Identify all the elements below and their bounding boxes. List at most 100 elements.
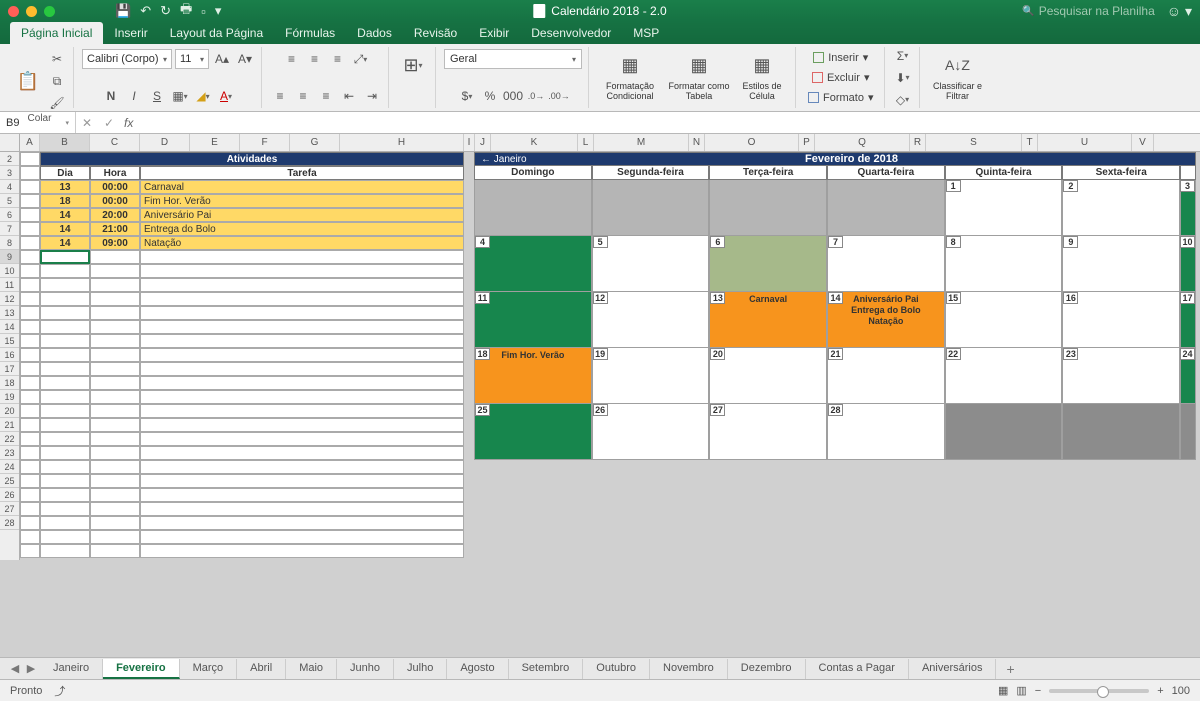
calendar-cell[interactable]: 4	[474, 236, 592, 292]
increase-font-icon[interactable]: A▴	[212, 49, 232, 69]
col-header-G[interactable]: G	[290, 134, 340, 151]
calendar-cell[interactable]: 16	[1062, 292, 1180, 348]
calendar-cell[interactable]: 15	[945, 292, 1063, 348]
name-box[interactable]: B9	[0, 112, 76, 133]
calendar-cell[interactable]: 24	[1180, 348, 1196, 404]
row-header-21[interactable]: 21	[0, 418, 19, 432]
undo-icon[interactable]: ↶	[140, 3, 151, 19]
ribbon-tab-inserir[interactable]: Inserir	[103, 22, 158, 44]
row-header-13[interactable]: 13	[0, 306, 19, 320]
ribbon-tab-página-inicial[interactable]: Página Inicial	[10, 22, 103, 44]
feedback-icon[interactable]: ☺ ▾	[1167, 3, 1192, 20]
zoom-slider[interactable]	[1049, 689, 1149, 693]
cut-icon[interactable]: ✂	[47, 49, 67, 69]
col-header-D[interactable]: D	[140, 134, 190, 151]
indent-decrease-icon[interactable]: ⇤	[339, 86, 359, 106]
calendar-cell[interactable]: 11	[474, 292, 592, 348]
font-size-select[interactable]: 11	[175, 49, 209, 69]
sheet-tab-janeiro[interactable]: Janeiro	[40, 659, 103, 679]
col-header-A[interactable]: A	[20, 134, 40, 151]
ribbon-tab-exibir[interactable]: Exibir	[468, 22, 520, 44]
col-header-F[interactable]: F	[240, 134, 290, 151]
row-header-19[interactable]: 19	[0, 390, 19, 404]
sheet-tab-julho[interactable]: Julho	[394, 659, 447, 679]
decrease-decimal-icon[interactable]: .00→	[549, 86, 569, 106]
calendar-cell[interactable]: 22	[945, 348, 1063, 404]
calendar-cell[interactable]	[1062, 404, 1180, 460]
ribbon-tab-layout-da-página[interactable]: Layout da Página	[159, 22, 274, 44]
col-header-V[interactable]: V	[1132, 134, 1154, 151]
autosum-icon[interactable]: Σ	[893, 46, 913, 66]
col-header-I[interactable]: I	[464, 134, 475, 151]
calendar-cell[interactable]: 13Carnaval	[709, 292, 827, 348]
maximize-icon[interactable]	[44, 6, 55, 17]
ribbon-tab-dados[interactable]: Dados	[346, 22, 403, 44]
delete-cells-button[interactable]: Excluir ▾	[808, 69, 874, 86]
row-header-3[interactable]: 3	[0, 166, 19, 180]
sheet-nav-next-icon[interactable]: ▶	[24, 662, 38, 675]
row-header-18[interactable]: 18	[0, 376, 19, 390]
calendar-cell[interactable]: 10	[1180, 236, 1196, 292]
accept-formula-icon[interactable]: ✓	[98, 116, 120, 130]
row-header-7[interactable]: 7	[0, 222, 19, 236]
format-table-icon[interactable]: ▦	[683, 49, 715, 81]
row-header-12[interactable]: 12	[0, 292, 19, 306]
col-header-N[interactable]: N	[689, 134, 705, 151]
sheet-tab-novembro[interactable]: Novembro	[650, 659, 728, 679]
normal-view-icon[interactable]: ▦	[998, 684, 1008, 697]
print-icon[interactable]: 🖶	[180, 0, 192, 22]
row-header-16[interactable]: 16	[0, 348, 19, 362]
row-header-15[interactable]: 15	[0, 334, 19, 348]
qat-more-icon[interactable]: ▾	[215, 3, 222, 19]
calendar-cell[interactable]: 5	[592, 236, 710, 292]
row-header-24[interactable]: 24	[0, 460, 19, 474]
sheet-tab-aniversários[interactable]: Aniversários	[909, 659, 997, 679]
fx-icon[interactable]: fx	[120, 116, 137, 130]
indent-increase-icon[interactable]: ⇥	[362, 86, 382, 106]
formula-input[interactable]	[137, 112, 1200, 133]
row-header-20[interactable]: 20	[0, 404, 19, 418]
col-header-O[interactable]: O	[705, 134, 799, 151]
calendar-cell[interactable]: 21	[827, 348, 945, 404]
search-field[interactable]: Pesquisar na Planilha	[1022, 4, 1155, 18]
calendar-cell[interactable]	[827, 180, 945, 236]
ribbon-tab-revisão[interactable]: Revisão	[403, 22, 468, 44]
percent-icon[interactable]: %	[480, 86, 500, 106]
zoom-out-icon[interactable]: −	[1035, 685, 1041, 697]
calendar-cell[interactable]: 14Aniversário PaiEntrega do BoloNatação	[827, 292, 945, 348]
select-all-corner[interactable]	[0, 134, 20, 152]
ribbon-tab-fórmulas[interactable]: Fórmulas	[274, 22, 346, 44]
sheet-tab-dezembro[interactable]: Dezembro	[728, 659, 806, 679]
row-header-10[interactable]: 10	[0, 264, 19, 278]
format-painter-icon[interactable]: 🖌	[47, 93, 67, 113]
bold-button[interactable]: N	[101, 86, 121, 106]
calendar-cell[interactable]	[709, 180, 827, 236]
sheet-tab-contas-a-pagar[interactable]: Contas a Pagar	[806, 659, 909, 679]
calendar-cell[interactable]: 23	[1062, 348, 1180, 404]
row-header-8[interactable]: 8	[0, 236, 19, 250]
sheet-tab-fevereiro[interactable]: Fevereiro	[103, 659, 180, 679]
cancel-formula-icon[interactable]: ✕	[76, 116, 98, 130]
number-format-select[interactable]: Geral	[444, 49, 582, 69]
calendar-cell[interactable]: 17	[1180, 292, 1196, 348]
currency-icon[interactable]: $	[457, 86, 477, 106]
grid[interactable]: AtividadesDiaHoraTarefa1300:00Carnaval18…	[20, 152, 1200, 560]
row-header-27[interactable]: 27	[0, 502, 19, 516]
calendar-cell[interactable]: 3	[1180, 180, 1196, 236]
row-header-5[interactable]: 5	[0, 194, 19, 208]
redo-icon[interactable]: ↻	[160, 3, 171, 19]
calendar-cell[interactable]: 20	[709, 348, 827, 404]
calendar-cell[interactable]: 27	[709, 404, 827, 460]
row-header-25[interactable]: 25	[0, 474, 19, 488]
col-header-E[interactable]: E	[190, 134, 240, 151]
sheet-tab-outubro[interactable]: Outubro	[583, 659, 650, 679]
calendar-cell[interactable]: 7	[827, 236, 945, 292]
sheet-tab-junho[interactable]: Junho	[337, 659, 394, 679]
col-header-K[interactable]: K	[491, 134, 578, 151]
calendar-cell[interactable]	[1180, 404, 1196, 460]
calendar-cell[interactable]	[474, 180, 592, 236]
calendar-cell[interactable]	[945, 404, 1063, 460]
calendar-cell[interactable]: 8	[945, 236, 1063, 292]
zoom-level[interactable]: 100	[1172, 685, 1190, 697]
merge-icon[interactable]: ⊞	[397, 49, 429, 81]
